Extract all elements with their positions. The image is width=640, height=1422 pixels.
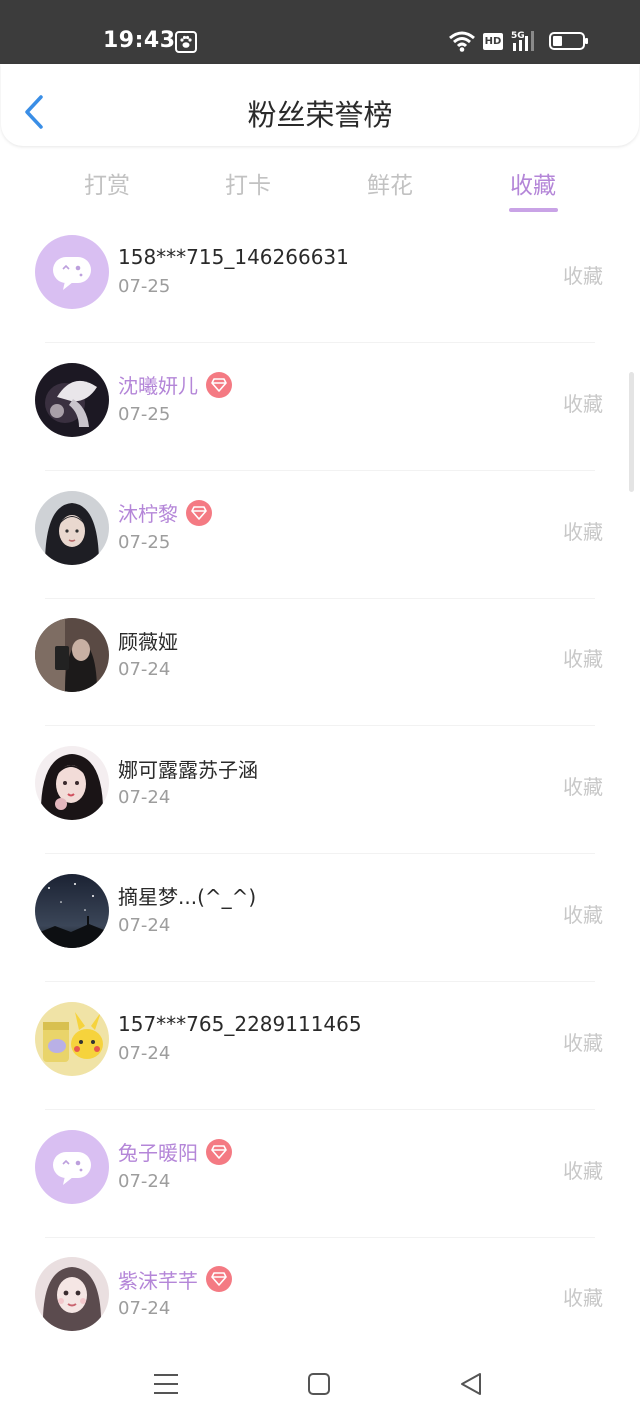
avatar[interactable] — [35, 490, 109, 565]
fan-date: 07-25 — [118, 403, 171, 425]
divider — [45, 980, 595, 982]
paw-app-icon — [175, 31, 197, 53]
tab-favorites[interactable]: 收藏 — [483, 166, 583, 200]
fan-date: 07-24 — [118, 1170, 171, 1192]
divider — [45, 1108, 595, 1110]
fan-name: 娜可露露苏子涵 — [118, 757, 258, 782]
active-tab-indicator — [509, 208, 558, 212]
signal-5g-icon: 5G — [511, 29, 541, 57]
fan-list: 158***715_146266631 07-25 收藏 沈曦妍儿 07-25 … — [0, 235, 640, 1386]
tab-bar: 打赏 打卡 鲜花 收藏 — [0, 158, 640, 218]
divider — [45, 1236, 595, 1238]
fan-date: 07-24 — [118, 1042, 171, 1064]
divider — [45, 597, 595, 599]
fan-date: 07-24 — [118, 914, 171, 936]
action-label: 收藏 — [563, 647, 603, 672]
action-label: 收藏 — [563, 775, 603, 800]
fan-date: 07-24 — [118, 659, 171, 681]
page-title: 粉丝荣誉榜 — [247, 98, 393, 132]
divider — [45, 853, 595, 855]
list-item[interactable]: 158***715_146266631 07-25 收藏 — [0, 235, 640, 364]
fan-name: 沈曦妍儿 — [118, 374, 198, 399]
divider — [45, 725, 595, 727]
top-app-bar: 粉丝荣誉榜 — [1, 64, 639, 146]
vip-diamond-icon — [206, 1266, 232, 1293]
wifi-icon — [449, 30, 475, 56]
vip-diamond-icon — [206, 1138, 232, 1165]
list-item[interactable]: 顾薇娅 07-24 收藏 — [0, 618, 640, 747]
fan-name: 顾薇娅 — [118, 629, 178, 654]
avatar[interactable] — [35, 1001, 109, 1076]
avatar[interactable] — [35, 873, 109, 948]
avatar[interactable] — [35, 1129, 109, 1204]
battery-icon — [549, 32, 588, 50]
action-label: 收藏 — [563, 1158, 603, 1183]
list-item[interactable]: 摘星梦...(^_^) 07-24 收藏 — [0, 873, 640, 1003]
fan-name: 沐柠黎 — [118, 502, 178, 527]
avatar[interactable] — [35, 362, 109, 437]
status-time: 19:43 — [103, 28, 176, 53]
fan-date: 07-24 — [118, 787, 171, 809]
list-item[interactable]: 沐柠黎 07-25 收藏 — [0, 490, 640, 620]
list-item[interactable]: 沈曦妍儿 07-25 收藏 — [0, 362, 640, 492]
fan-date: 07-24 — [118, 1298, 171, 1320]
list-item[interactable]: 157***765_2289111465 07-24 收藏 — [0, 1001, 640, 1131]
hd-icon: HD — [483, 33, 503, 50]
action-label: 收藏 — [563, 391, 603, 416]
avatar[interactable] — [35, 618, 109, 693]
divider — [45, 469, 595, 471]
fan-date: 07-25 — [118, 531, 171, 553]
fan-name: 158***715_146266631 — [118, 245, 349, 269]
avatar[interactable] — [35, 746, 109, 821]
action-label: 收藏 — [563, 519, 603, 544]
action-label: 收藏 — [563, 902, 603, 927]
fan-name: 157***765_2289111465 — [118, 1011, 362, 1036]
back-triangle-icon[interactable] — [459, 1372, 483, 1400]
avatar[interactable] — [35, 1257, 109, 1332]
fan-name: 摘星梦...(^_^) — [118, 885, 257, 910]
avatar[interactable] — [35, 235, 109, 309]
vip-diamond-icon — [186, 499, 212, 526]
list-item[interactable]: 娜可露露苏子涵 07-24 收藏 — [0, 746, 640, 875]
tab-flowers[interactable]: 鲜花 — [340, 166, 440, 200]
action-label: 收藏 — [563, 1286, 603, 1311]
svg-text:5G: 5G — [511, 31, 525, 41]
status-bar: 19:43 HD 5G — [0, 0, 640, 64]
fan-date: 07-25 — [118, 276, 171, 297]
tab-tips[interactable]: 打赏 — [57, 166, 157, 200]
fan-name: 紫沫芊芊 — [118, 1268, 198, 1293]
vip-diamond-icon — [206, 371, 232, 398]
tab-checkin[interactable]: 打卡 — [198, 166, 298, 200]
home-square-icon[interactable] — [307, 1372, 331, 1400]
action-label: 收藏 — [563, 1030, 603, 1055]
scrollbar[interactable] — [629, 372, 634, 492]
action-label: 收藏 — [563, 264, 603, 288]
menu-icon[interactable] — [153, 1372, 179, 1400]
system-nav-bar — [0, 1350, 640, 1422]
fan-name: 兔子暖阳 — [118, 1141, 198, 1166]
divider — [45, 342, 595, 343]
list-item[interactable]: 兔子暖阳 07-24 收藏 — [0, 1129, 640, 1259]
